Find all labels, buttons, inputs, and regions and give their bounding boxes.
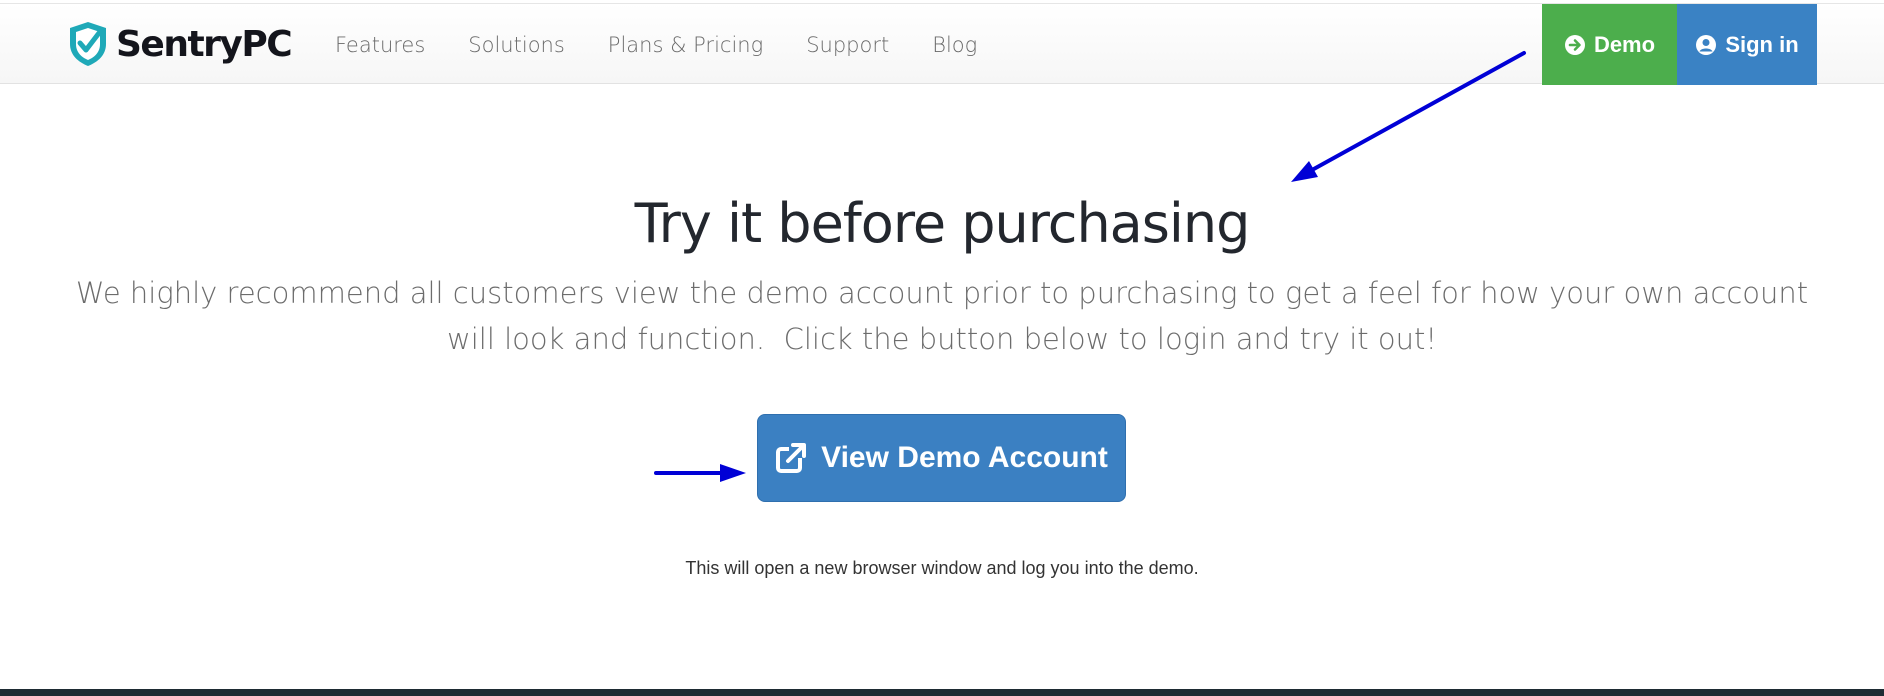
nav-plans-pricing[interactable]: Plans & Pricing [608,33,763,57]
demo-note: This will open a new browser window and … [685,558,1199,578]
footer-bar [0,689,1884,696]
page-title: Try it before purchasing [634,192,1251,255]
arrow-right-circle-icon [1564,34,1585,55]
shield-check-icon [70,22,106,66]
view-demo-account-label: View Demo Account [821,441,1108,474]
brand-name: SentryPC [116,23,293,65]
external-link-icon [776,443,808,473]
sign-in-button[interactable]: Sign in [1677,4,1817,85]
site-header: SentryPC Features Solutions Plans & Pric… [0,3,1884,85]
view-demo-account-button[interactable]: View Demo Account [757,414,1126,502]
sign-in-button-label: Sign in [1725,31,1799,57]
user-circle-icon [1696,34,1717,55]
demo-button[interactable]: Demo [1542,4,1677,85]
nav-features[interactable]: Features [335,33,425,57]
sentrypc-logo[interactable]: SentryPC [66,19,293,69]
nav-support[interactable]: Support [806,33,889,57]
annotation-arrow-to-cta [654,464,746,482]
demo-description: We highly recommend all customers view t… [75,276,1818,356]
demo-button-label: Demo [1593,31,1656,57]
page: SentryPC Features Solutions Plans & Pric… [0,0,1884,696]
nav-solutions[interactable]: Solutions [468,33,565,57]
nav-blog[interactable]: Blog [932,33,977,57]
main-nav: Features Solutions Plans & Pricing Suppo… [335,4,1020,85]
